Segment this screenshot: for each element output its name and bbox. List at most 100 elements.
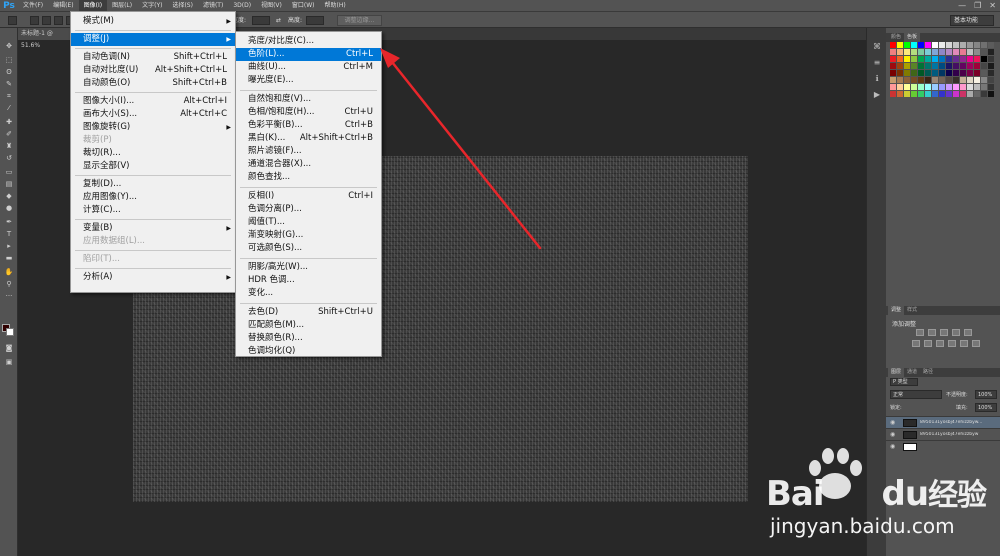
color-swatch[interactable] (960, 70, 966, 76)
menubar-item[interactable]: 编辑(E) (48, 0, 78, 11)
color-swatch[interactable] (932, 42, 938, 48)
menu-item[interactable]: 图像旋转(G) ▶ (71, 121, 235, 134)
adjustment-icon[interactable] (972, 340, 980, 347)
menu-item[interactable]: 模式(M) ▶ (71, 15, 235, 28)
menu-item[interactable]: 裁切(R)... (71, 147, 235, 160)
color-swatch[interactable] (967, 49, 973, 55)
adjustment-icon[interactable] (952, 329, 960, 336)
lasso-tool-icon[interactable]: ʘ (4, 68, 14, 76)
healing-tool-icon[interactable]: ✚ (4, 118, 14, 126)
adjustment-icon[interactable] (964, 329, 972, 336)
swatch-grid[interactable] (890, 42, 995, 102)
color-swatch[interactable] (911, 56, 917, 62)
marquee-tool-icon[interactable]: ⬚ (4, 56, 14, 64)
menu-item[interactable]: 匹配颜色(M)... (236, 319, 381, 332)
fill-input[interactable]: 100% (975, 403, 997, 412)
selection-mode-new[interactable] (30, 16, 39, 25)
color-swatch[interactable] (960, 49, 966, 55)
color-swatch[interactable] (946, 49, 952, 55)
menu-item[interactable]: 照片滤镜(F)... (236, 145, 381, 158)
color-swatch[interactable] (981, 42, 987, 48)
selection-mode-add[interactable] (42, 16, 51, 25)
blend-mode-select[interactable]: 正常 (890, 390, 942, 399)
menu-item[interactable]: 替换颜色(R)... (236, 332, 381, 345)
menu-item[interactable]: 自动颜色(O) Shift+Ctrl+B (71, 77, 235, 90)
selection-mode-subtract[interactable] (54, 16, 63, 25)
dodge-tool-icon[interactable]: ● (4, 204, 14, 212)
height-input[interactable] (306, 16, 324, 25)
menu-item[interactable]: 色调均化(Q) (236, 345, 381, 358)
color-swatch[interactable] (939, 49, 945, 55)
menu-item[interactable]: 反相(I) Ctrl+I (236, 190, 381, 203)
color-swatch[interactable] (960, 63, 966, 69)
menu-item[interactable]: 画布大小(S)... Alt+Ctrl+C (71, 108, 235, 121)
swap-icon[interactable]: ⇄ (276, 16, 281, 25)
color-swatch[interactable] (925, 77, 931, 83)
color-swatch[interactable] (904, 91, 910, 97)
actions-panel-icon[interactable]: ▶ (872, 90, 882, 100)
menubar-item[interactable]: 视图(V) (256, 0, 287, 11)
color-swatch[interactable] (904, 49, 910, 55)
color-swatch[interactable] (897, 70, 903, 76)
color-swatch[interactable] (946, 42, 952, 48)
color-swatch[interactable] (967, 63, 973, 69)
menu-item[interactable]: 通道混合器(X)... (236, 158, 381, 171)
color-swatch[interactable] (918, 49, 924, 55)
workspace-switcher[interactable]: 基本功能 (950, 15, 994, 26)
color-swatch[interactable] (967, 70, 973, 76)
color-swatch[interactable] (974, 77, 980, 83)
path-select-tool-icon[interactable]: ▸ (4, 242, 14, 250)
color-swatch[interactable] (897, 63, 903, 69)
color-swatch[interactable] (974, 63, 980, 69)
color-swatch[interactable] (932, 49, 938, 55)
menu-item[interactable]: 自然饱和度(V)... (236, 93, 381, 106)
restore-button[interactable]: ❐ (974, 0, 981, 11)
color-swatch[interactable] (890, 70, 896, 76)
visibility-eye-icon[interactable]: ◉ (890, 443, 895, 450)
color-swatch[interactable] (946, 56, 952, 62)
color-swatch[interactable] (981, 77, 987, 83)
color-swatch[interactable] (939, 91, 945, 97)
menu-item[interactable]: 阴影/高光(W)... (236, 261, 381, 274)
menu-item[interactable]: 阈值(T)... (236, 216, 381, 229)
extra-tools-icon[interactable]: ··· (4, 292, 14, 300)
color-swatch[interactable] (939, 63, 945, 69)
color-swatch[interactable] (890, 63, 896, 69)
color-swatch[interactable] (932, 84, 938, 90)
menu-item[interactable]: 色彩平衡(B)... Ctrl+B (236, 119, 381, 132)
color-swatch[interactable] (932, 91, 938, 97)
adjustment-icon[interactable] (928, 329, 936, 336)
menu-item[interactable]: 色阶(L)... Ctrl+L (236, 48, 381, 61)
menu-item[interactable]: 渐变映射(G)... (236, 229, 381, 242)
color-swatch[interactable] (981, 84, 987, 90)
color-swatch[interactable] (953, 91, 959, 97)
shape-tool-icon[interactable]: ▬ (4, 254, 14, 262)
refine-edge-button[interactable]: 调整边缘... (337, 15, 382, 26)
color-swatch[interactable] (939, 77, 945, 83)
adjustment-icon[interactable] (936, 340, 944, 347)
color-swatch[interactable] (918, 91, 924, 97)
tab-paths[interactable]: 路径 (920, 368, 936, 377)
menu-item[interactable]: 调整(J) ▶ (71, 33, 235, 46)
color-swatch[interactable] (925, 91, 931, 97)
color-swatch[interactable] (974, 49, 980, 55)
color-swatch[interactable] (925, 70, 931, 76)
menubar-item[interactable]: 图层(L) (107, 0, 137, 11)
document-tab[interactable]: 未标题-1 @ 51.6% (18, 28, 70, 49)
tab-styles[interactable]: 样式 (904, 306, 920, 315)
menu-item[interactable]: 亮度/对比度(C)... (236, 35, 381, 48)
color-swatch[interactable] (904, 42, 910, 48)
properties-panel-icon[interactable]: ≡ (872, 58, 882, 68)
color-swatch[interactable] (918, 42, 924, 48)
color-swatch[interactable] (918, 70, 924, 76)
color-swatch[interactable] (904, 63, 910, 69)
color-swatch[interactable] (904, 77, 910, 83)
minimize-button[interactable]: — (958, 0, 966, 11)
color-swatch[interactable] (946, 84, 952, 90)
color-swatch[interactable] (939, 84, 945, 90)
history-panel-icon[interactable]: ⌘ (872, 42, 882, 52)
color-swatch[interactable] (946, 70, 952, 76)
type-tool-icon[interactable]: T (4, 230, 14, 238)
color-swatch[interactable] (897, 84, 903, 90)
menu-item[interactable]: HDR 色调... (236, 274, 381, 287)
